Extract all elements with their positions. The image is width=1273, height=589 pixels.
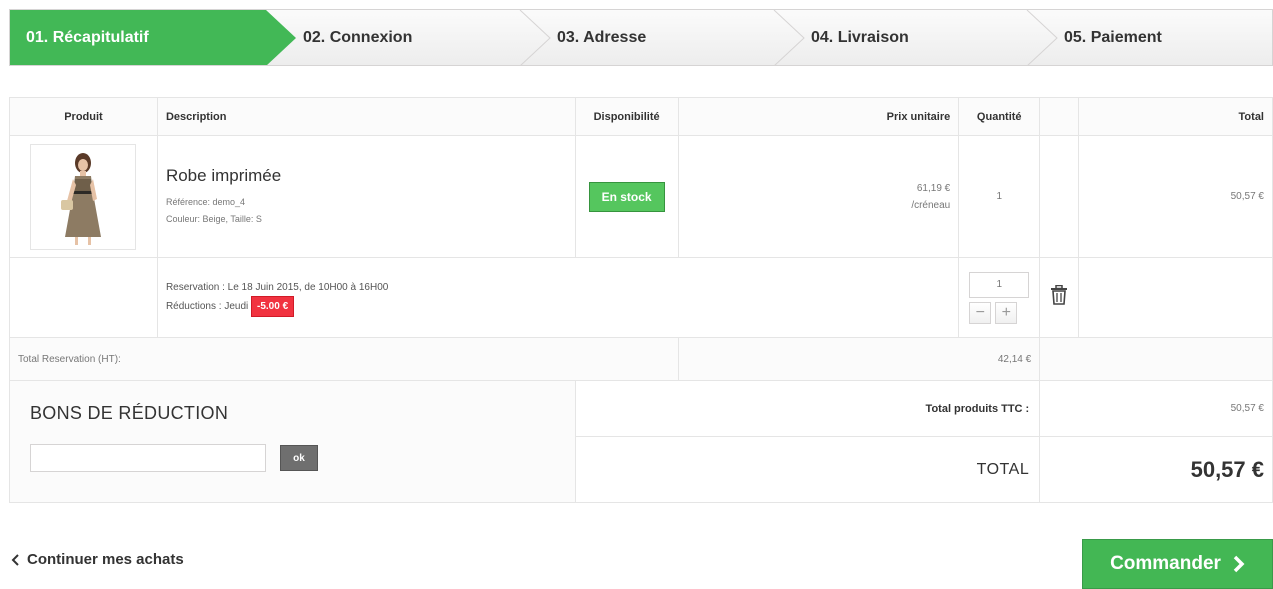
total-reservation-row: Total Reservation (HT): 42,14 € (9, 337, 1273, 381)
product-reference: Référence: demo_4 (165, 196, 246, 207)
quantity-cell: 1 (958, 135, 1041, 258)
voucher-title: BONS DE RÉDUCTION (30, 403, 229, 423)
header-total: Total (1078, 97, 1273, 136)
quantity-minus-button[interactable]: − (969, 301, 992, 324)
line-total: 50,57 € (1078, 135, 1273, 258)
availability-cell: En stock (574, 135, 679, 258)
total-value: 50,57 € (1039, 436, 1273, 503)
quantity-control-cell: 1 − + (958, 257, 1041, 338)
total-reservation-value: 42,14 € (677, 337, 1041, 381)
header-unit-price: Prix unitaire (677, 97, 960, 136)
header-product: Produit (9, 97, 158, 136)
step-livraison[interactable]: 04. Livraison (811, 10, 909, 65)
voucher-input[interactable] (30, 444, 266, 472)
quantity-buttons: − + (969, 301, 1029, 324)
product-description-cell: Robe imprimée Référence: demo_4 Couleur:… (156, 135, 576, 258)
chevron-left-icon (11, 553, 19, 566)
total-products-row: BONS DE RÉDUCTION ok Total produits TTC … (9, 380, 1273, 503)
empty-cell (1039, 337, 1273, 381)
total-reservation-label: Total Reservation (HT): (9, 337, 679, 381)
dress-image (61, 152, 102, 245)
unit-price-unit: /créneau (911, 199, 951, 211)
total-label: TOTAL (574, 436, 1041, 503)
checkout-steps: 01. Récapitulatif 02. Connexion 03. Adre… (9, 9, 1273, 66)
product-thumbnail[interactable] (30, 143, 137, 250)
availability-badge: En stock (588, 181, 665, 212)
header-quantity: Quantité (958, 97, 1041, 136)
step-adresse[interactable]: 03. Adresse (557, 10, 646, 65)
unit-price: 61,19 € (916, 182, 951, 194)
chevron-right-icon (1233, 555, 1245, 573)
empty-cell (1078, 257, 1273, 338)
quantity-plus-button[interactable]: + (995, 301, 1018, 324)
product-name[interactable]: Robe imprimée (158, 166, 575, 186)
header-description: Description (156, 97, 576, 136)
total-products-value: 50,57 € (1039, 380, 1273, 437)
step-separator (773, 10, 805, 65)
step-paiement[interactable]: 05. Paiement (1064, 10, 1162, 65)
table-row: Reservation : Le 18 Juin 2015, de 10H00 … (9, 257, 1273, 338)
empty-cell (1039, 135, 1080, 258)
discount-badge: -5.00 € (251, 295, 295, 317)
quantity-input[interactable]: 1 (969, 271, 1030, 298)
discount-line: Réductions : Jeudi -5.00 € (158, 295, 958, 317)
voucher-ok-button[interactable]: ok (280, 445, 318, 471)
trash-icon[interactable] (1050, 284, 1068, 305)
discount-label: Réductions : Jeudi (165, 300, 249, 312)
empty-cell (9, 257, 158, 338)
table-row: Robe imprimée Référence: demo_4 Couleur:… (9, 135, 1273, 258)
delete-cell (1039, 257, 1080, 338)
continue-shopping-link[interactable]: Continuer mes achats (11, 551, 184, 568)
reservation-line: Reservation : Le 18 Juin 2015, de 10H00 … (165, 281, 389, 293)
step-recapitulatif[interactable]: 01. Récapitulatif (26, 10, 149, 65)
step-separator (1026, 10, 1058, 65)
voucher-section: BONS DE RÉDUCTION ok (9, 380, 576, 503)
continue-shopping-label: Continuer mes achats (27, 551, 184, 568)
cart-table: Produit Description Disponibilité Prix u… (9, 97, 1273, 503)
order-button-label: Commander (1110, 553, 1221, 574)
step-connexion[interactable]: 02. Connexion (303, 10, 412, 65)
step-separator (519, 10, 551, 65)
header-availability: Disponibilité (574, 97, 679, 136)
unit-price-cell: 61,19 € /créneau (677, 135, 960, 258)
reservation-cell: Reservation : Le 18 Juin 2015, de 10H00 … (156, 257, 960, 338)
product-attributes: Couleur: Beige, Taille: S (165, 213, 262, 224)
product-image-cell (9, 135, 158, 258)
header-delete (1039, 97, 1080, 136)
table-header-row: Produit Description Disponibilité Prix u… (9, 97, 1273, 136)
voucher-form: ok (30, 444, 575, 472)
order-button[interactable]: Commander (1082, 539, 1273, 589)
quantity-stepper: 1 − + (969, 271, 1030, 324)
total-products-label: Total produits TTC : (574, 380, 1041, 437)
